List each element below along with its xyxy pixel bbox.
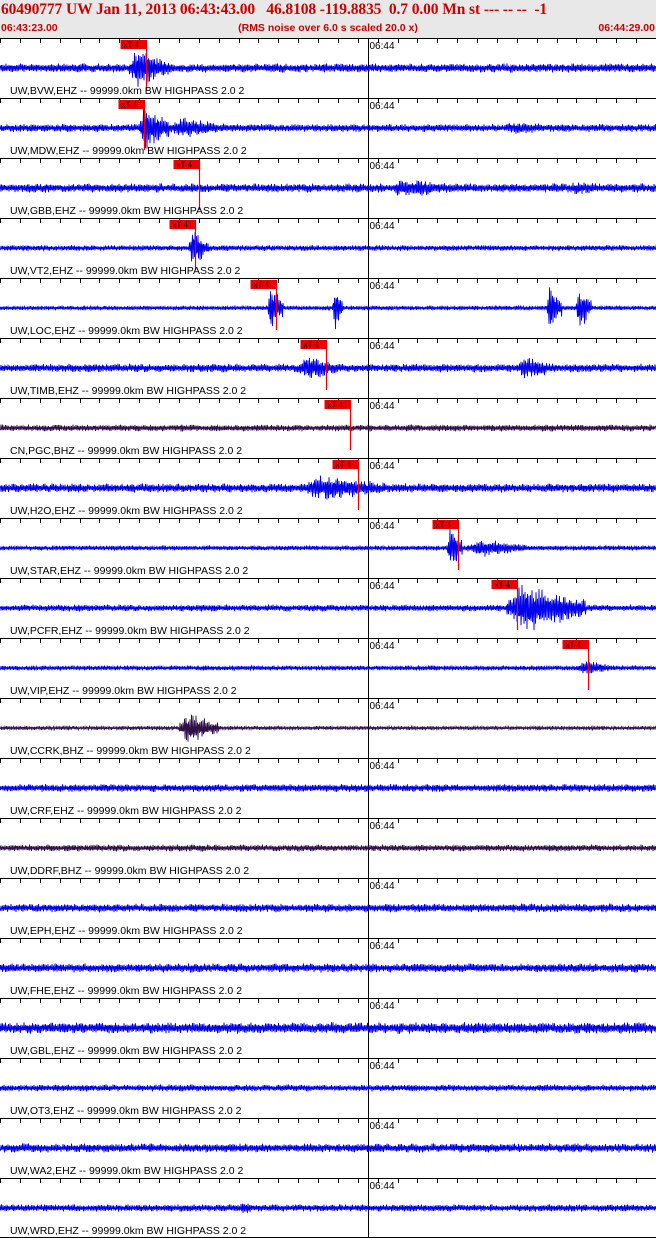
waveform [0,903,656,913]
trace-row: 06:44 UW,GBL,EHZ -- 99999.0km BW HIGHPASS… [0,998,656,1058]
trace-row: 06:44 xT-4 UW,BVW,EHZ -- 99999.0km BW HIGH… [0,38,656,98]
waveform [0,844,656,853]
pick-label: xT-4 [124,41,140,50]
station-label: UW,EPH,EHZ -- 99999.0km BW HIGHPASS 2.0 … [10,925,243,937]
trace-row: 06:44 UW,CCRK,BHZ -- 99999.0km BW HIGHPAS… [0,698,656,758]
station-label: UW,PCFR,EHZ -- 99999.0km BW HIGHPASS 2.0… [10,625,250,637]
station-label: UW,LOC,EHZ -- 99999.0km BW HIGHPASS 2.0 … [10,325,243,337]
trace-row: 06:44 xT-4 UW,TIMB,EHZ -- 99999.0km BW HIG… [0,338,656,398]
trace-row: 06:44 UW,FHE,EHZ -- 99999.0km BW HIGHPASS… [0,938,656,998]
event-title: 60490777 UW Jan 11, 2013 06:43:43.00 46.… [1,1,548,18]
station-label: UW,VIP,EHZ -- 99999.0km BW HIGHPASS 2.0 … [10,685,237,697]
trace-row: 06:44 UW,WRD,EHZ -- 99999.0km BW HIGHPASS… [0,1178,656,1238]
pick-label: xT-4 [566,641,582,650]
station-label: UW,H2O,EHZ -- 99999.0km BW HIGHPASS 2.0 … [10,505,243,517]
minute-mark-label: 06:44 [370,1061,395,1072]
trace-row: 06:44 xT-4 UW,GBB,EHZ -- 99999.0km BW HIGH… [0,158,656,218]
minute-mark-label: 06:44 [370,701,395,712]
minute-mark-label: 06:44 [370,581,395,592]
trace-row: 06:44 xT-4 UW,H2O,EHZ -- 99999.0km BW HIGH… [0,458,656,518]
waveform [0,963,656,973]
station-label: UW,VT2,EHZ -- 99999.0km BW HIGHPASS 2.0 … [10,265,240,277]
waveform [0,1143,656,1153]
trace-row: 06:44 xT-4 UW,VIP,EHZ -- 99999.0km BW HIGH… [0,638,656,698]
trace-row: 06:44 xT-4 UW,LOC,EHZ -- 99999.0km BW HIGH… [0,278,656,338]
pick-label: xT-4 [304,341,320,350]
minute-mark-label: 06:44 [370,101,395,112]
trace-row: 06:44 UW,EPH,EHZ -- 99999.0km BW HIGHPASS… [0,878,656,938]
minute-mark-label: 06:44 [370,521,395,532]
station-label: CN,PGC,BHZ -- 99999.0km BW HIGHPASS 2.0 … [10,445,242,457]
station-label: UW,BVW,EHZ -- 99999.0km BW HIGHPASS 2.0 … [10,85,245,97]
minute-mark-label: 06:44 [370,461,395,472]
waveform [0,783,656,793]
station-label: UW,STAR,EHZ -- 99999.0km BW HIGHPASS 2.0… [10,565,248,577]
trace-row: 06:44 xT-4 CN,PGC,BHZ -- 99999.0km BW HIGH… [0,398,656,458]
minute-mark-label: 06:44 [370,1001,395,1012]
waveform [0,109,656,149]
minute-mark-label: 06:44 [370,1121,395,1132]
pick-label: xT-4 [254,281,270,290]
station-label: UW,GBB,EHZ -- 99999.0km BW HIGHPASS 2.0 … [10,205,243,217]
station-label: UW,CCRK,BHZ -- 99999.0km BW HIGHPASS 2.0… [10,745,251,757]
trace-row: 06:44 UW,WA2,EHZ -- 99999.0km BW HIGHPASS… [0,1118,656,1178]
station-label: UW,MDW,EHZ -- 99999.0km BW HIGHPASS 2.0 … [10,145,247,157]
waveform [0,1084,656,1092]
waveform [0,357,656,379]
minute-mark-label: 06:44 [370,281,395,292]
minute-mark-label: 06:44 [370,41,395,52]
waveform [0,661,656,674]
pick-label: xT-4 [336,461,352,470]
end-time: 06:44:29.00 [598,22,655,34]
station-label: UW,WRD,EHZ -- 99999.0km BW HIGHPASS 2.0 … [10,1225,246,1237]
station-label: UW,DDRF,BHZ -- 99999.0km BW HIGHPASS 2.0… [10,865,249,877]
station-label: UW,CRF,EHZ -- 99999.0km BW HIGHPASS 2.0 … [10,805,242,817]
minute-mark-label: 06:44 [370,1181,395,1192]
trace-row: 06:44 xT-4 UW,PCFR,EHZ -- 99999.0km BW HIG… [0,578,656,638]
waveform [0,52,656,87]
pick-label: xT-4 [328,401,344,410]
waveform [0,180,656,196]
station-label: UW,OT3,EHZ -- 99999.0km BW HIGHPASS 2.0 … [10,1105,242,1117]
trace-row: 06:44 xT-4 UW,STAR,EHZ -- 99999.0km BW HIG… [0,518,656,578]
waveform [0,475,656,500]
station-label: UW,FHE,EHZ -- 99999.0km BW HIGHPASS 2.0 … [10,985,242,997]
trace-row: 06:44 UW,CRF,EHZ -- 99999.0km BW HIGHPASS… [0,758,656,818]
trace-row: 06:44 UW,OT3,EHZ -- 99999.0km BW HIGHPASS… [0,1058,656,1118]
minute-mark-label: 06:44 [370,881,395,892]
trace-row: 06:44 UW,DDRF,BHZ -- 99999.0km BW HIGHPAS… [0,818,656,878]
minute-mark-label: 06:44 [370,401,395,412]
minute-mark-label: 06:44 [370,161,395,172]
waveform [0,423,656,432]
waveform [0,584,656,631]
waveform [0,714,656,742]
trace-row: 06:44 xT-4 UW,VT2,EHZ -- 99999.0km BW HIGH… [0,218,656,278]
header-bar: 60490777 UW Jan 11, 2013 06:43:43.00 46.… [0,0,656,38]
minute-mark-label: 06:44 [370,641,395,652]
minute-mark-label: 06:44 [370,761,395,772]
waveform [0,287,656,330]
waveform [0,232,656,262]
pick-label: xT-4 [436,521,452,530]
rms-note: (RMS noise over 6.0 s scaled 20.0 x) [238,22,418,34]
station-label: UW,TIMB,EHZ -- 99999.0km BW HIGHPASS 2.0… [10,385,246,397]
minute-mark-label: 06:44 [370,341,395,352]
station-label: UW,WA2,EHZ -- 99999.0km BW HIGHPASS 2.0 … [10,1165,244,1177]
waveform [0,527,656,562]
pick-label: xT-4 [495,581,511,590]
pick-label: xT-4 [122,101,138,110]
minute-mark-label: 06:44 [370,221,395,232]
station-label: UW,GBL,EHZ -- 99999.0km BW HIGHPASS 2.0 … [10,1045,242,1057]
waveform [0,1203,656,1213]
waveform [0,1022,656,1034]
minute-mark-label: 06:44 [370,941,395,952]
pick-label: xT-4 [177,161,193,170]
pick-label: xT-4 [173,221,189,230]
trace-row: 06:44 xT-4 UW,MDW,EHZ -- 99999.0km BW HIGH… [0,98,656,158]
minute-mark-label: 06:44 [370,821,395,832]
seismogram-panel: 06:44 xT-4 UW,BVW,EHZ -- 99999.0km BW HIGH… [0,38,656,1238]
